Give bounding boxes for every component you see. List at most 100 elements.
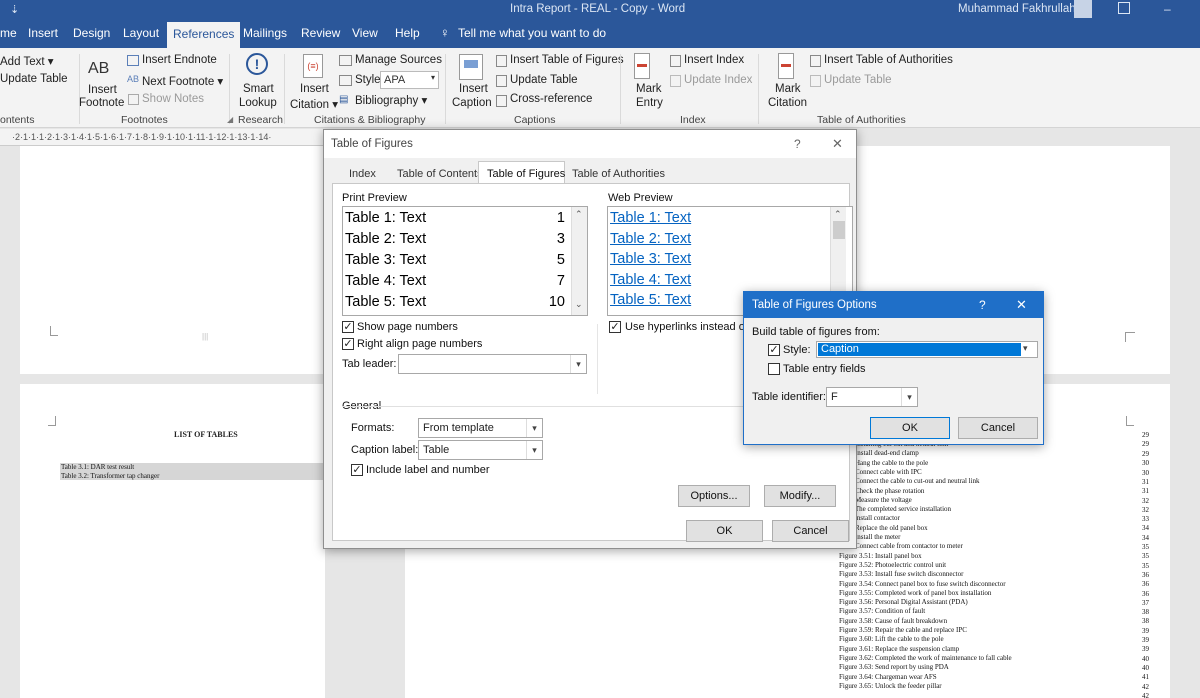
- list-item[interactable]: Figure 3.56: Personal Digital Assistant …: [839, 598, 968, 606]
- list-item[interactable]: 3.50: Connect cable from contactor to me…: [839, 542, 963, 550]
- next-footnote-button[interactable]: Next Footnote ▾: [142, 74, 223, 88]
- cross-reference-button[interactable]: Cross-reference: [510, 93, 592, 105]
- close-icon[interactable]: ✕: [832, 136, 843, 152]
- minimize-icon[interactable]: –: [1164, 2, 1171, 16]
- insert-endnote-button[interactable]: Insert Endnote: [142, 54, 217, 66]
- ok-button[interactable]: OK: [686, 520, 763, 542]
- manage-sources-button[interactable]: Manage Sources: [355, 54, 442, 66]
- bibliography-button[interactable]: Bibliography ▾: [355, 93, 427, 107]
- tell-me-box[interactable]: Tell me what you want to do: [458, 26, 606, 40]
- web-preview-link[interactable]: Table 3: Text: [610, 251, 691, 267]
- include-label-checkbox[interactable]: ✓: [351, 464, 363, 476]
- tab-view[interactable]: View: [352, 26, 378, 40]
- qat-customize-icon[interactable]: ⇣: [10, 3, 19, 16]
- table-row[interactable]: Table 3.2: Transformer tap changer: [61, 472, 159, 480]
- avatar[interactable]: [1074, 0, 1092, 18]
- include-label-label[interactable]: Include label and number: [366, 464, 490, 476]
- list-item[interactable]: Figure 3.52: Photoelectric control unit: [839, 561, 946, 569]
- tab-help[interactable]: Help: [395, 26, 420, 40]
- tab-insert[interactable]: Insert: [28, 26, 58, 40]
- web-preview-link[interactable]: Table 5: Text: [610, 292, 691, 308]
- cancel-button[interactable]: Cancel: [772, 520, 849, 542]
- style-checkbox[interactable]: ✓: [768, 344, 780, 356]
- update-table-captions-button[interactable]: Update Table: [510, 74, 578, 86]
- mark-entry-button[interactable]: Mark: [636, 83, 662, 95]
- show-page-numbers-checkbox[interactable]: ✓: [342, 321, 354, 333]
- scroll-thumb[interactable]: [833, 221, 845, 239]
- use-hyperlinks-checkbox[interactable]: ✓: [609, 321, 621, 333]
- insert-citation-button[interactable]: Insert: [300, 83, 329, 95]
- insert-index-button[interactable]: Insert Index: [684, 54, 744, 66]
- web-preview-link[interactable]: Table 2: Text: [610, 231, 691, 247]
- tab-table-of-authorities[interactable]: Table of Authorities: [572, 168, 665, 180]
- list-item[interactable]: Figure 3.61: Replace the suspension clam…: [839, 645, 959, 653]
- print-preview-scrollbar[interactable]: ⌃ ⌄: [571, 207, 587, 315]
- insert-footnote-icon[interactable]: AB: [88, 60, 109, 78]
- table-entry-fields-checkbox[interactable]: [768, 363, 780, 375]
- help-icon[interactable]: ?: [794, 137, 801, 151]
- list-item[interactable]: Figure 3.53: Install fuse switch disconn…: [839, 570, 963, 578]
- tab-design[interactable]: Design: [73, 26, 110, 40]
- dialog-launcher-icon[interactable]: ◢: [227, 115, 233, 124]
- print-preview-box[interactable]: Table 1: Text 1 Table 2: Text 3 Table 3: Tex…: [342, 206, 588, 316]
- scroll-up-icon[interactable]: ⌃: [834, 209, 842, 220]
- insert-footnote-button[interactable]: Insert: [88, 84, 117, 96]
- formats-dropdown[interactable]: From template ▾: [418, 418, 543, 438]
- tab-table-of-contents[interactable]: Table of Contents: [397, 168, 483, 180]
- list-item[interactable]: Figure 3.51: Install panel box: [839, 552, 922, 560]
- list-item[interactable]: Figure 3.63: Send report by using PDA: [839, 663, 949, 671]
- show-page-numbers-label[interactable]: Show page numbers: [357, 321, 458, 333]
- list-item[interactable]: Figure 3.65: Unlock the feeder pillar: [839, 682, 942, 690]
- mark-citation-button[interactable]: Mark: [775, 83, 801, 95]
- ribbon-display-icon[interactable]: [1118, 2, 1130, 14]
- smart-lookup-button[interactable]: Smart: [243, 83, 274, 95]
- modify-button[interactable]: Modify...: [764, 485, 836, 507]
- tab-leader-dropdown[interactable]: ▾: [398, 354, 587, 374]
- user-name[interactable]: Muhammad Fakhrullah: [958, 3, 1076, 15]
- web-preview-link[interactable]: Table 4: Text: [610, 272, 691, 288]
- tab-table-of-figures[interactable]: Table of Figures: [478, 161, 565, 184]
- close-icon[interactable]: ✕: [1016, 297, 1027, 313]
- list-item[interactable]: Figure 3.59: Repair the cable and replac…: [839, 626, 967, 634]
- tab-home[interactable]: me: [0, 26, 17, 40]
- insert-footnote-label[interactable]: Footnote: [79, 97, 124, 109]
- mark-citation-label[interactable]: Citation: [768, 97, 807, 109]
- insert-caption-button[interactable]: Insert: [459, 83, 488, 95]
- scroll-up-icon[interactable]: ⌃: [575, 209, 583, 220]
- options-cancel-button[interactable]: Cancel: [958, 417, 1038, 439]
- tab-mailings[interactable]: Mailings: [243, 26, 287, 40]
- style-dropdown[interactable]: Caption ▾: [816, 341, 1038, 358]
- list-item[interactable]: Figure 3.57: Condition of fault: [839, 607, 925, 615]
- list-item[interactable]: Figure 3.58: Cause of fault breakdown: [839, 617, 947, 625]
- tab-review[interactable]: Review: [301, 26, 340, 40]
- table-entry-fields-label[interactable]: Table entry fields: [783, 363, 866, 375]
- insert-caption-label[interactable]: Caption: [452, 97, 492, 109]
- mark-entry-label[interactable]: Entry: [636, 97, 663, 109]
- list-item[interactable]: Figure 3.64: Chargeman wear AFS: [839, 673, 937, 681]
- tab-index[interactable]: Index: [349, 168, 376, 180]
- insert-table-of-authorities-button[interactable]: Insert Table of Authorities: [824, 54, 953, 66]
- add-text-button[interactable]: Add Text ▾: [0, 54, 54, 68]
- list-item[interactable]: Figure 3.54: Connect panel box to fuse s…: [839, 580, 1006, 588]
- scroll-down-icon[interactable]: ⌄: [575, 299, 583, 310]
- caption-label-dropdown[interactable]: Table ▾: [418, 440, 543, 460]
- style-label[interactable]: Style:: [783, 344, 811, 356]
- update-table-auth-button[interactable]: Update Table: [824, 74, 892, 86]
- style-dropdown[interactable]: APA ▾: [380, 71, 439, 89]
- table-identifier-dropdown[interactable]: F ▾: [826, 387, 918, 407]
- right-align-checkbox[interactable]: ✓: [342, 338, 354, 350]
- table-row[interactable]: Table 3.1: DAR test result: [61, 463, 134, 471]
- options-button[interactable]: Options...: [678, 485, 750, 507]
- smart-lookup-label[interactable]: Lookup: [239, 97, 277, 109]
- ruler[interactable]: ·2·1·1·1·2·1·3·1·4·1·5·1·6·1·7·1·8·1·9·1…: [0, 129, 325, 146]
- show-notes-button[interactable]: Show Notes: [142, 93, 204, 105]
- list-item[interactable]: Figure 3.62: Completed the work of maint…: [839, 654, 1012, 662]
- insert-citation-label[interactable]: Citation ▾: [290, 97, 338, 111]
- list-item[interactable]: Figure 3.55: Completed work of panel box…: [839, 589, 991, 597]
- list-item[interactable]: 3.43: Connect the cable to cut-out and n…: [839, 477, 980, 485]
- options-ok-button[interactable]: OK: [870, 417, 950, 439]
- web-preview-link[interactable]: Table 1: Text: [610, 210, 691, 226]
- insert-table-of-figures-button[interactable]: Insert Table of Figures: [510, 54, 624, 66]
- right-align-label[interactable]: Right align page numbers: [357, 338, 482, 350]
- tab-layout[interactable]: Layout: [123, 26, 159, 40]
